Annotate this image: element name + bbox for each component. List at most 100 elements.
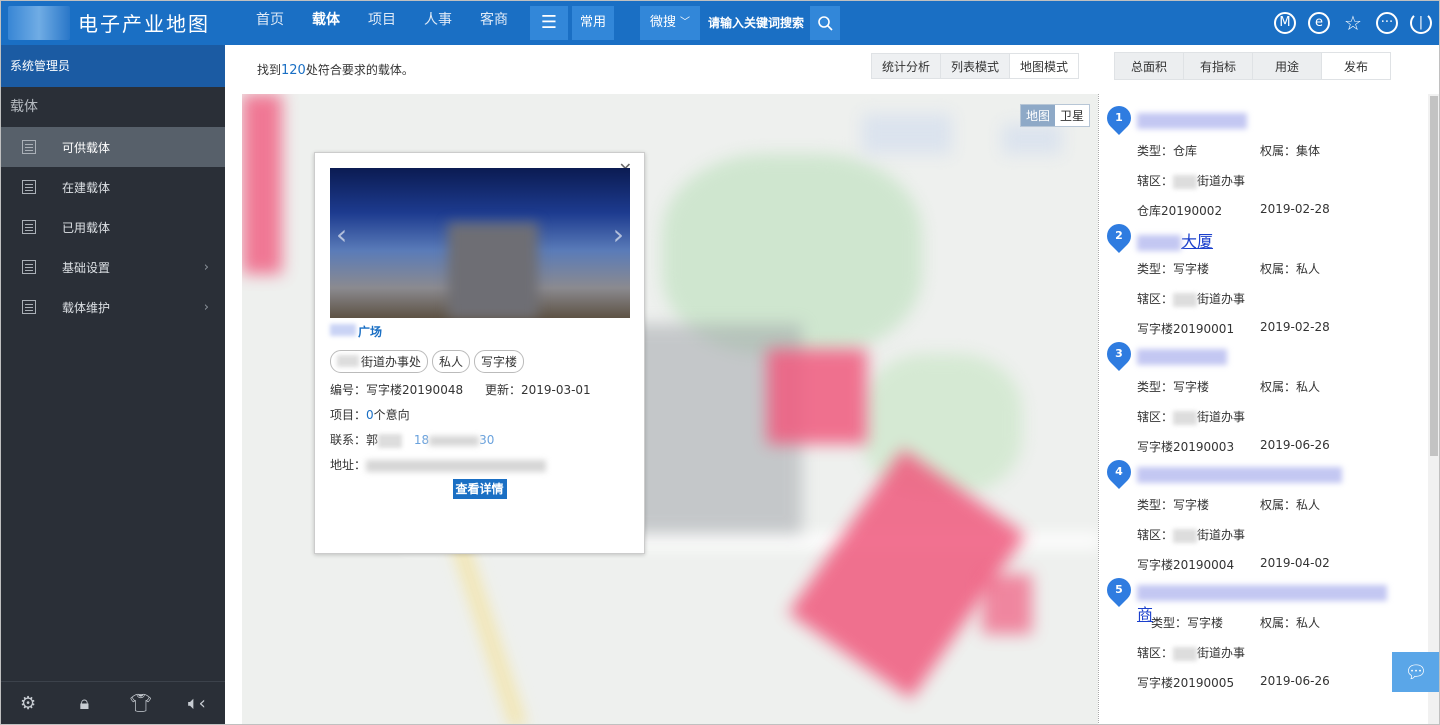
- sidebar-item-maintenance[interactable]: 载体维护 ›: [0, 287, 225, 327]
- tag-district: 街道办事处: [330, 350, 429, 373]
- nav-item-project[interactable]: 项目: [354, 0, 410, 45]
- project-count[interactable]: 0: [366, 408, 374, 422]
- sidebar: 系统管理员 载体 可供载体 在建载体 已用载体 基础设置 › 载体维护 › ⚙ …: [0, 45, 225, 725]
- chat-button[interactable]: 💬︎: [1392, 652, 1440, 692]
- filter-total-area[interactable]: 总面积: [1114, 52, 1184, 80]
- app-title: 电子产业地图: [78, 12, 210, 36]
- gear-icon[interactable]: ⚙: [16, 693, 40, 714]
- tag-type: 写字楼: [474, 350, 525, 373]
- menu-button[interactable]: ☰: [530, 5, 568, 40]
- main-nav: 首页 载体 项目 人事 客商: [242, 0, 522, 45]
- item-code-row: 仓库20190002 2019-02-28: [1137, 202, 1330, 218]
- sidebar-item-label: 可供载体: [62, 140, 111, 155]
- update-label: 更新：: [484, 383, 521, 397]
- item-title[interactable]: [1137, 110, 1247, 132]
- m-icon[interactable]: M: [1274, 11, 1296, 34]
- tab-list-mode[interactable]: 列表模式: [940, 53, 1011, 79]
- next-arrow-icon[interactable]: ›: [613, 218, 624, 251]
- redacted: [366, 459, 547, 472]
- document-icon: [22, 300, 36, 314]
- scrollbar-thumb[interactable]: [1430, 96, 1438, 456]
- view-detail-button[interactable]: 查看详情: [452, 479, 507, 499]
- contact-phone-prefix[interactable]: 18: [414, 433, 429, 447]
- contact-name: 郭: [366, 433, 379, 447]
- common-button[interactable]: 常用: [572, 5, 615, 40]
- lock-icon[interactable]: 🔒︎: [72, 693, 96, 714]
- nav-item-carrier[interactable]: 载体: [298, 0, 354, 45]
- item-type-row: 类型：写字楼 权属：私人: [1137, 262, 1321, 276]
- popup-address-row: 地址：: [330, 456, 629, 473]
- speaker-icon[interactable]: 🔈︎‹: [185, 693, 209, 714]
- filter-tabs: 总面积 有指标 用途 发布: [1114, 52, 1391, 80]
- project-label: 项目：: [330, 408, 367, 422]
- e-icon[interactable]: e: [1308, 11, 1330, 34]
- search-input[interactable]: [700, 5, 811, 40]
- map-pin-icon: 1: [1102, 101, 1136, 135]
- sidebar-item-basic-settings[interactable]: 基础设置 ›: [0, 247, 225, 287]
- shirt-icon[interactable]: 👕︎: [129, 693, 153, 714]
- map-pin-icon: 5: [1102, 573, 1136, 607]
- item-district-row: 辖区： 街道办事: [1137, 646, 1246, 661]
- power-icon[interactable]: |: [1410, 11, 1432, 34]
- map-highlight-area: [767, 349, 867, 444]
- result-count: 120: [281, 63, 306, 78]
- sidebar-item-label: 载体维护: [62, 300, 111, 315]
- map-type-satellite[interactable]: 卫星: [1054, 105, 1089, 126]
- address-label: 地址：: [330, 458, 367, 472]
- item-title[interactable]: [1137, 464, 1342, 486]
- star-icon[interactable]: ☆: [1342, 11, 1364, 35]
- sidebar-item-under-construction[interactable]: 在建载体: [0, 167, 225, 207]
- search-type-dropdown[interactable]: 微搜 ﹀: [640, 5, 701, 40]
- chevron-right-icon: ›: [203, 259, 209, 275]
- list-item[interactable]: 5 商 类型：写字楼 权属：私人 辖区： 街道办事 写字楼20190005 2019-…: [1099, 573, 1425, 694]
- filter-publish[interactable]: 发布: [1321, 52, 1391, 80]
- sidebar-item-used[interactable]: 已用载体: [0, 207, 225, 247]
- redacted: [378, 433, 403, 448]
- sidebar-section-title: 载体: [10, 99, 38, 115]
- sidebar-item-available[interactable]: 可供载体: [0, 127, 225, 167]
- search-box: 微搜 ﹀: [640, 5, 841, 40]
- list-item[interactable]: 1 类型：仓库 权属：集体 辖区： 街道办事 仓库20190002 2019-02-2…: [1099, 101, 1425, 222]
- main-content: 找到120处符合要求的载体。 统计分析 列表模式 地图模式 总面积 有指标 用途…: [225, 45, 1440, 725]
- tab-statistics[interactable]: 统计分析: [871, 53, 942, 79]
- map-pin-icon: 4: [1102, 455, 1136, 489]
- info-popup: ✕ ‹ › 广场 街道办事处 私人 写字楼 编号：写字楼20190048 更新：…: [314, 152, 645, 554]
- popup-project-row: 项目：0个意向: [330, 406, 629, 423]
- map-type-map[interactable]: 地图: [1020, 105, 1055, 126]
- map-highlight-area: [242, 94, 282, 274]
- mode-tabs: 统计分析 列表模式 地图模式: [871, 53, 1080, 79]
- contact-phone-suffix[interactable]: 30: [479, 433, 494, 447]
- popup-title[interactable]: 广场: [330, 323, 629, 340]
- nav-item-home[interactable]: 首页: [242, 0, 298, 45]
- search-button[interactable]: [810, 5, 841, 40]
- chevron-right-icon: ›: [203, 299, 209, 315]
- update-value: 2019-03-01: [520, 383, 591, 397]
- map-view[interactable]: 地图 卫星 ✕ ‹ › 广场 街道办事处 私人 写字楼 编号：写字楼201900…: [242, 94, 1098, 725]
- item-type-row: 类型：仓库 权属：集体: [1137, 144, 1321, 158]
- prev-arrow-icon[interactable]: ‹: [336, 218, 347, 251]
- filter-usage[interactable]: 用途: [1252, 52, 1322, 80]
- more-icon[interactable]: ···: [1376, 11, 1398, 34]
- chevron-down-icon: ﹀: [680, 16, 691, 28]
- filter-has-quota[interactable]: 有指标: [1183, 52, 1253, 80]
- document-icon: [22, 220, 36, 234]
- nav-item-personnel[interactable]: 人事: [410, 0, 466, 45]
- search-type-label: 微搜: [650, 14, 677, 30]
- list-scrollbar[interactable]: [1428, 94, 1440, 725]
- item-title[interactable]: 大厦: [1137, 228, 1213, 251]
- map-highlight-area: [982, 574, 1032, 634]
- list-item[interactable]: 2 大厦 类型：写字楼 权属：私人 辖区： 街道办事 写字楼20190001 2019…: [1099, 219, 1425, 340]
- list-item[interactable]: 3 类型：写字楼 权属：私人 辖区： 街道办事 写字楼20190003 2019-06…: [1099, 337, 1425, 458]
- nav-item-merchant[interactable]: 客商: [466, 0, 522, 45]
- list-item[interactable]: 4 类型：写字楼 权属：私人 辖区： 街道办事 写字楼20190004 2019-04…: [1099, 455, 1425, 576]
- tab-map-mode[interactable]: 地图模式: [1009, 53, 1080, 79]
- map-pin-icon: 2: [1102, 219, 1136, 253]
- item-code-row: 写字楼20190005 2019-06-26: [1137, 674, 1330, 690]
- item-code-row: 写字楼20190003 2019-06-26: [1137, 438, 1330, 454]
- item-title[interactable]: [1137, 346, 1227, 368]
- search-icon: [818, 15, 833, 31]
- item-title[interactable]: 商: [1137, 582, 1387, 624]
- result-suffix: 处符合要求的载体。: [305, 63, 414, 77]
- menu-icon: ☰: [540, 12, 558, 33]
- carrier-photo: ‹ ›: [330, 168, 630, 318]
